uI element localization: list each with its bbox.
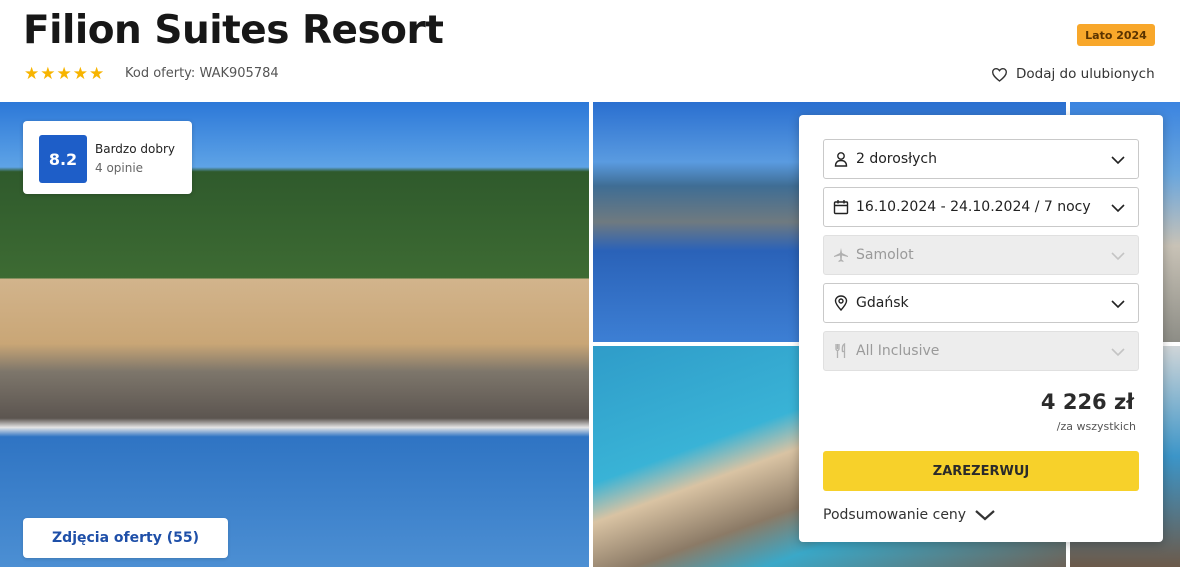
cutlery-icon (832, 343, 849, 360)
star-icon: ★ (56, 64, 72, 84)
plane-icon (832, 247, 849, 264)
dates-select[interactable]: 16.10.2024 - 24.10.2024 / 7 nocy (823, 187, 1139, 227)
star-icon: ★ (72, 64, 88, 84)
chevron-down-icon (1111, 300, 1125, 309)
add-to-favorites-button[interactable]: Dodaj do ulubionych (991, 66, 1155, 82)
star-icon: ★ (40, 64, 56, 84)
book-button[interactable]: ZAREZERWUJ (823, 451, 1139, 491)
total-price: 4 226 zł (1040, 390, 1134, 414)
transport-select[interactable]: Samolot (823, 235, 1139, 275)
rating-score: 8.2 (39, 135, 87, 183)
price-summary-toggle[interactable]: Podsumowanie ceny (823, 507, 996, 523)
chevron-down-icon (975, 510, 995, 521)
guests-value: 2 dorosłych (856, 151, 937, 167)
departure-select[interactable]: Gdańsk (823, 283, 1139, 323)
heart-icon (991, 67, 1008, 82)
transport-value: Samolot (856, 247, 914, 263)
departure-value: Gdańsk (856, 295, 909, 311)
favorite-label: Dodaj do ulubionych (1016, 66, 1155, 82)
offer-header: Filion Suites Resort Lato 2024 ★ ★ ★ ★ ★… (0, 0, 1180, 102)
location-pin-icon (832, 295, 849, 312)
star-icon: ★ (89, 64, 105, 84)
board-select[interactable]: All Inclusive (823, 331, 1139, 371)
review-count: 4 opinie (95, 161, 144, 175)
main-photo[interactable]: 8.2 Bardzo dobry 4 opinie Zdjęcia oferty… (0, 102, 589, 567)
rating-card: 8.2 Bardzo dobry 4 opinie (23, 121, 192, 194)
star-icon: ★ (24, 64, 40, 84)
chevron-down-icon (1111, 348, 1125, 357)
price-summary-label: Podsumowanie ceny (823, 507, 967, 523)
chevron-down-icon (1111, 252, 1125, 261)
season-badge: Lato 2024 (1077, 24, 1155, 46)
page-title: Filion Suites Resort (23, 8, 444, 53)
calendar-icon (832, 199, 849, 216)
offer-photos-button[interactable]: Zdjęcia oferty (55) (23, 518, 228, 558)
rating-label: Bardzo dobry (95, 142, 175, 156)
board-value: All Inclusive (856, 343, 940, 359)
price-note: /za wszystkich (1056, 420, 1136, 433)
offer-code: Kod oferty: WAK905784 (125, 66, 279, 81)
dates-value: 16.10.2024 - 24.10.2024 / 7 nocy (856, 199, 1091, 215)
person-icon (832, 151, 849, 168)
star-rating: ★ ★ ★ ★ ★ (24, 66, 104, 83)
chevron-down-icon (1111, 204, 1125, 213)
chevron-down-icon (1111, 156, 1125, 165)
guests-select[interactable]: 2 dorosłych (823, 139, 1139, 179)
booking-panel: 2 dorosłych 16.10.2024 - 24.10.2024 / 7 … (799, 115, 1163, 542)
